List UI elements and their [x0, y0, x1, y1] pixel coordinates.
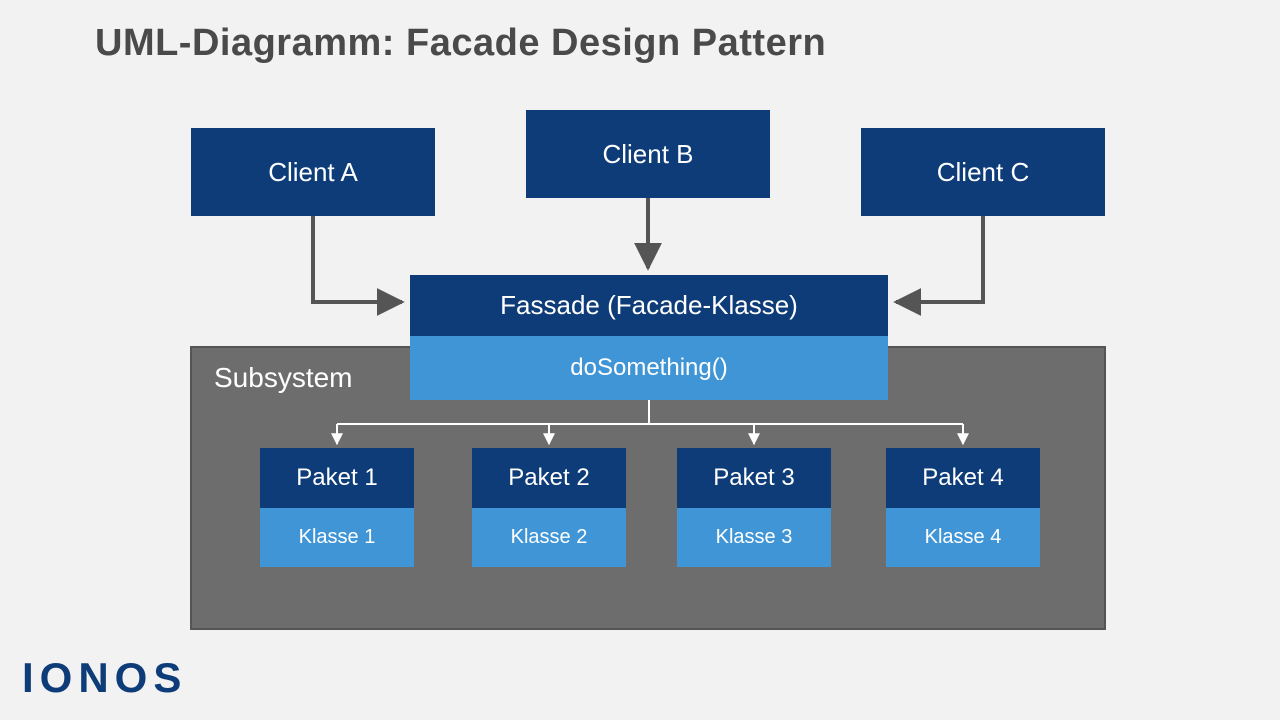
paket-2: Paket 2 Klasse 2	[472, 448, 626, 567]
paket-1-name: Paket 1	[260, 448, 414, 508]
ionos-logo: IONOS	[22, 654, 187, 702]
facade-box: Fassade (Facade-Klasse) doSomething()	[410, 275, 888, 400]
paket-3: Paket 3 Klasse 3	[677, 448, 831, 567]
paket-2-class: Klasse 2	[472, 508, 626, 567]
client-a-box: Client A	[191, 128, 435, 216]
paket-2-name: Paket 2	[472, 448, 626, 508]
paket-4: Paket 4 Klasse 4	[886, 448, 1040, 567]
client-b-box: Client B	[526, 110, 770, 198]
subsystem-label: Subsystem	[214, 362, 353, 394]
diagram-title: UML-Diagramm: Facade Design Pattern	[95, 22, 826, 65]
paket-1: Paket 1 Klasse 1	[260, 448, 414, 567]
paket-3-class: Klasse 3	[677, 508, 831, 567]
paket-1-class: Klasse 1	[260, 508, 414, 567]
paket-4-name: Paket 4	[886, 448, 1040, 508]
facade-name: Fassade (Facade-Klasse)	[410, 275, 888, 336]
paket-4-class: Klasse 4	[886, 508, 1040, 567]
paket-3-name: Paket 3	[677, 448, 831, 508]
facade-method: doSomething()	[410, 336, 888, 400]
client-c-box: Client C	[861, 128, 1105, 216]
